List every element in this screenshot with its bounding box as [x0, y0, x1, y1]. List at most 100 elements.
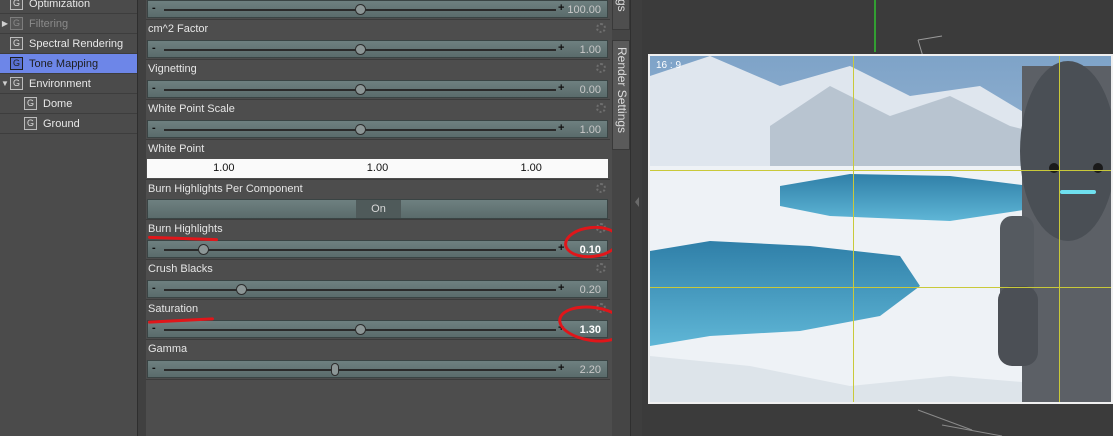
increment-button[interactable]: +	[558, 122, 564, 134]
tree-item-spectral-rendering[interactable]: G Spectral Rendering	[0, 34, 137, 54]
group-icon: G	[10, 17, 23, 30]
gear-icon[interactable]	[596, 63, 606, 73]
gear-icon[interactable]	[596, 23, 606, 33]
slider-knob[interactable]	[236, 284, 247, 295]
property-vignetting: Vignetting - + 0.00	[146, 60, 610, 100]
expand-arrow-icon[interactable]: ▶	[0, 19, 10, 28]
tab-label: Render Settings	[615, 47, 629, 134]
group-icon: G	[10, 37, 23, 50]
property-burn-highlights-per-component: Burn Highlights Per Component On	[146, 180, 610, 220]
composition-guide-horizontal	[650, 287, 1111, 288]
white-point-fields[interactable]: 1.00 1.00 1.00	[147, 159, 608, 178]
tab-render-settings[interactable]: Render Settings	[612, 40, 630, 150]
vignetting-slider[interactable]: - + 0.00	[147, 80, 608, 98]
group-icon: G	[10, 57, 23, 70]
slider-knob[interactable]	[355, 124, 366, 135]
tree-item-label: Tone Mapping	[29, 57, 99, 70]
slider-knob[interactable]	[198, 244, 209, 255]
gear-icon[interactable]	[596, 183, 606, 193]
gear-icon[interactable]	[596, 263, 606, 273]
white-point-g-field[interactable]: 1.00	[301, 159, 455, 178]
burn-highlights-slider[interactable]: - + 0.10	[147, 240, 608, 258]
property-label: Saturation	[148, 303, 199, 315]
slider-value[interactable]: 1.00	[580, 124, 601, 136]
property-label: White Point	[148, 143, 205, 155]
tree-item-ground[interactable]: G Ground	[0, 114, 137, 134]
composition-guide-vertical	[1059, 56, 1060, 402]
collapse-arrow-icon[interactable]: ▼	[0, 79, 10, 88]
tree-item-label: Environment	[29, 77, 91, 90]
cm2-factor-slider[interactable]: - + 1.00	[147, 40, 608, 58]
slider-knob[interactable]	[355, 44, 366, 55]
white-point-scale-slider[interactable]: - + 1.00	[147, 120, 608, 138]
tone-mapping-properties: - + 100.00 cm^2 Factor - + 1.00 Vignetti…	[146, 0, 631, 436]
burn-highlights-per-component-toggle[interactable]: On	[147, 199, 608, 219]
tab-partial[interactable]: gs	[612, 0, 630, 30]
toggle-on-label[interactable]: On	[356, 200, 401, 218]
vertical-tab-strip: gs Render Settings	[612, 0, 630, 436]
slider-track[interactable]	[164, 249, 556, 251]
pane-divider[interactable]	[630, 0, 642, 436]
slider-value[interactable]: 0.20	[580, 284, 601, 296]
render-preview[interactable]: 16 : 9	[648, 54, 1113, 404]
slider-value[interactable]: 1.00	[580, 44, 601, 56]
tree-item-dome[interactable]: G Dome	[0, 94, 137, 114]
property-label: Burn Highlights Per Component	[148, 183, 303, 195]
property-cm2-factor: cm^2 Factor - + 1.00	[146, 20, 610, 60]
slider[interactable]: - + 100.00	[147, 0, 608, 18]
decrement-button[interactable]: -	[152, 362, 156, 374]
increment-button[interactable]: +	[558, 282, 564, 294]
group-icon: G	[10, 77, 23, 90]
decrement-button[interactable]: -	[152, 122, 156, 134]
saturation-slider[interactable]: - + 1.30	[147, 320, 608, 338]
property-label: cm^2 Factor	[148, 23, 209, 35]
slider-value[interactable]: 100.00	[567, 4, 601, 16]
slider-value[interactable]: 0.00	[580, 84, 601, 96]
gamma-slider[interactable]: - + 2.20	[147, 360, 608, 378]
slider-knob[interactable]	[355, 324, 366, 335]
decrement-button[interactable]: -	[152, 242, 156, 254]
render-settings-tree: G Optimization ▶ G Filtering G Spectral …	[0, 0, 138, 436]
property-row-partial: - + 100.00	[146, 0, 610, 20]
slider-track[interactable]	[164, 369, 556, 371]
property-label: Burn Highlights	[148, 223, 223, 235]
tree-item-environment[interactable]: ▼ G Environment	[0, 74, 137, 94]
decrement-button[interactable]: -	[152, 82, 156, 94]
slider-knob[interactable]	[355, 4, 366, 15]
white-point-b-field[interactable]: 1.00	[454, 159, 608, 178]
increment-button[interactable]: +	[558, 2, 564, 14]
slider-knob[interactable]	[331, 363, 339, 376]
property-label: Crush Blacks	[148, 263, 213, 275]
property-white-point: White Point 1.00 1.00 1.00	[146, 140, 610, 180]
group-icon: G	[24, 117, 37, 130]
crush-blacks-slider[interactable]: - + 0.20	[147, 280, 608, 298]
tree-item-filtering[interactable]: ▶ G Filtering	[0, 14, 137, 34]
property-crush-blacks: Crush Blacks - + 0.20	[146, 260, 610, 300]
aspect-ratio-label: 16 : 9	[656, 60, 682, 71]
tree-item-label: Ground	[43, 117, 80, 130]
tree-item-optimization[interactable]: G Optimization	[0, 0, 137, 14]
tree-item-tone-mapping[interactable]: G Tone Mapping	[0, 54, 137, 74]
property-white-point-scale: White Point Scale - + 1.00	[146, 100, 610, 140]
increment-button[interactable]: +	[558, 82, 564, 94]
slider-value[interactable]: 2.20	[580, 364, 601, 376]
increment-button[interactable]: +	[558, 42, 564, 54]
tree-item-label: Dome	[43, 97, 73, 110]
property-label: Vignetting	[148, 63, 197, 75]
white-point-r-field[interactable]: 1.00	[147, 159, 301, 178]
group-icon: G	[24, 97, 37, 110]
property-label: White Point Scale	[148, 103, 235, 115]
increment-button[interactable]: +	[558, 362, 564, 374]
3d-viewport[interactable]: 16 : 9	[642, 0, 1113, 436]
tab-label: gs	[615, 0, 629, 12]
slider-track[interactable]	[164, 289, 556, 291]
decrement-button[interactable]: -	[152, 322, 156, 334]
gear-icon[interactable]	[596, 103, 606, 113]
slider-knob[interactable]	[355, 84, 366, 95]
decrement-button[interactable]: -	[152, 282, 156, 294]
tree-item-label: Spectral Rendering	[29, 37, 124, 50]
tree-item-label: Filtering	[29, 17, 69, 30]
composition-guide-vertical	[853, 56, 854, 402]
decrement-button[interactable]: -	[152, 42, 156, 54]
decrement-button[interactable]: -	[152, 2, 156, 14]
